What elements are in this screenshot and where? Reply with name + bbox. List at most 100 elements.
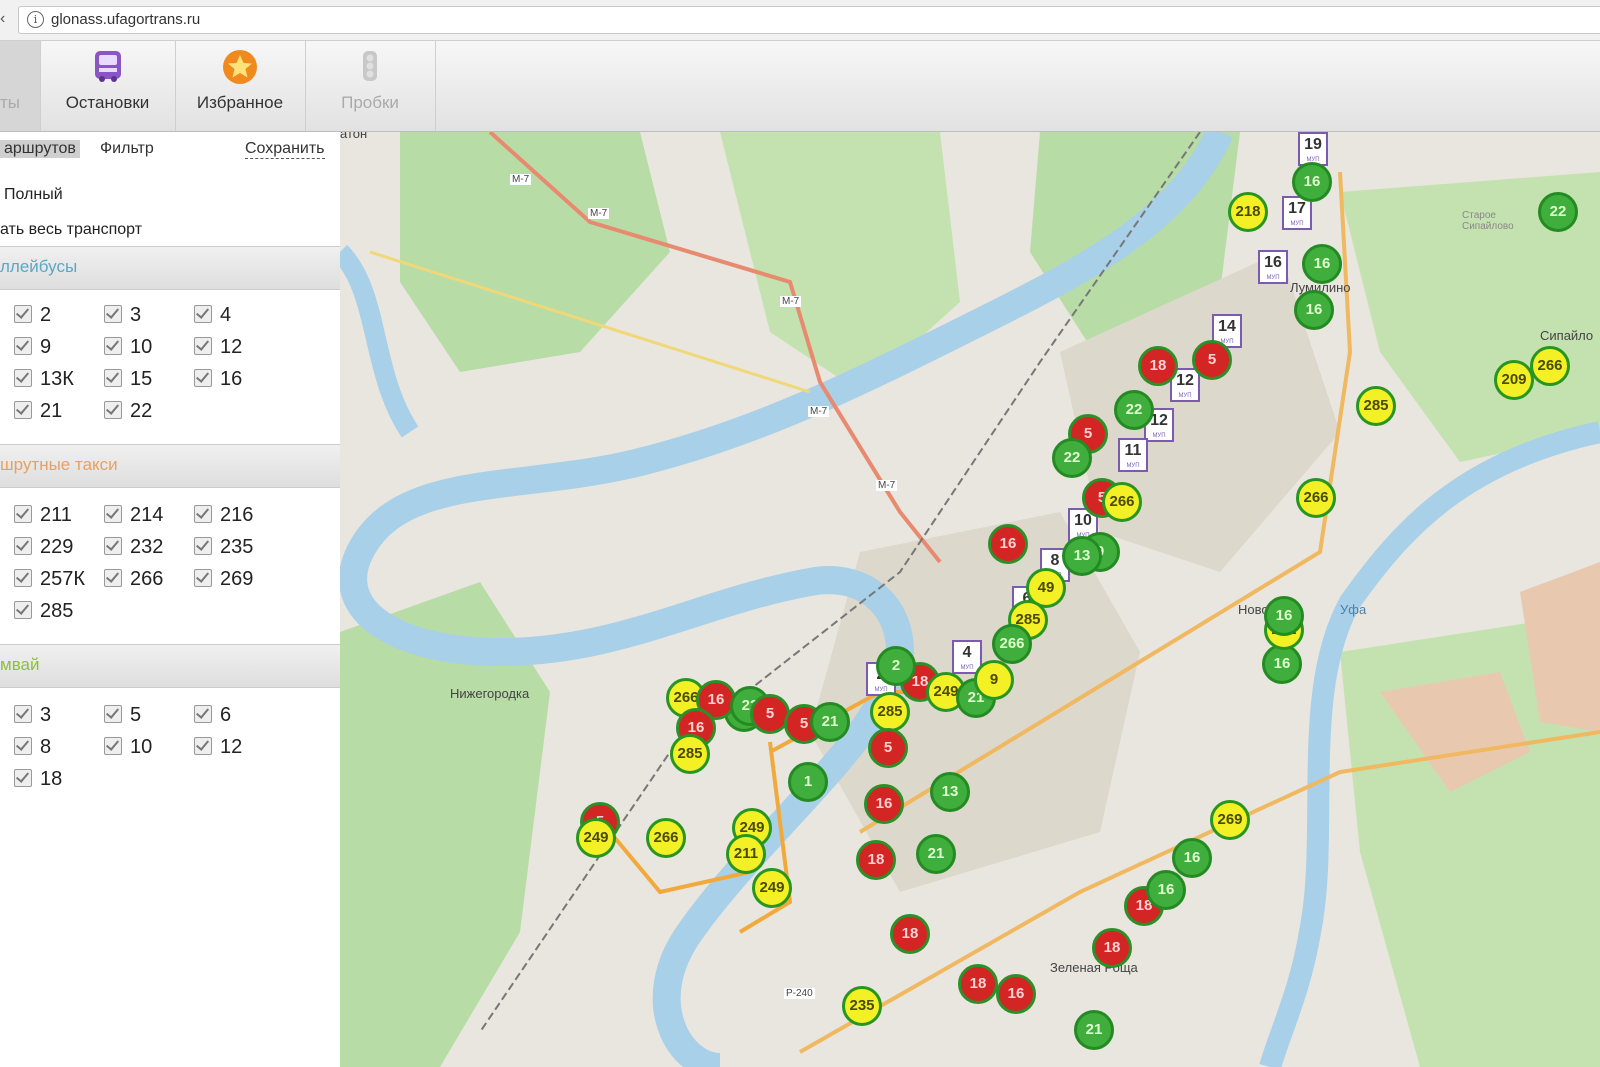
route-checkbox-minibuses-285[interactable]: 285 bbox=[14, 600, 73, 623]
checkbox-icon[interactable] bbox=[104, 401, 122, 419]
route-checkbox-trams-12[interactable]: 12 bbox=[194, 736, 242, 759]
vehicle-marker[interactable]: 16 bbox=[864, 784, 904, 824]
vehicle-marker[interactable]: 249 bbox=[576, 818, 616, 858]
route-checkbox-trolleybuses-3[interactable]: 3 bbox=[104, 304, 141, 327]
option-full[interactable]: Полный bbox=[4, 186, 63, 204]
checkbox-icon[interactable] bbox=[14, 601, 32, 619]
checkbox-icon[interactable] bbox=[14, 569, 32, 587]
vehicle-marker[interactable]: 5 bbox=[1192, 340, 1232, 380]
vehicle-marker[interactable]: 5 bbox=[868, 728, 908, 768]
vehicle-marker[interactable]: 266 bbox=[1296, 478, 1336, 518]
vehicle-marker[interactable]: 266 bbox=[992, 624, 1032, 664]
trolley-stop-marker[interactable]: 16 МУП bbox=[1258, 250, 1288, 284]
route-checkbox-minibuses-257К[interactable]: 257К bbox=[14, 568, 85, 591]
route-checkbox-minibuses-232[interactable]: 232 bbox=[104, 536, 163, 559]
checkbox-icon[interactable] bbox=[14, 537, 32, 555]
city-map[interactable]: Нижегородка Зеленая Роща Лумилино Ново С… bbox=[340, 132, 1600, 1067]
route-checkbox-trolleybuses-10[interactable]: 10 bbox=[104, 336, 152, 359]
vehicle-marker[interactable]: 211 bbox=[726, 834, 766, 874]
vehicle-marker[interactable]: 209 bbox=[1494, 360, 1534, 400]
vehicle-marker[interactable]: 249 bbox=[752, 868, 792, 908]
checkbox-icon[interactable] bbox=[194, 305, 212, 323]
route-checkbox-minibuses-216[interactable]: 216 bbox=[194, 504, 253, 527]
checkbox-icon[interactable] bbox=[104, 705, 122, 723]
route-checkbox-trams-10[interactable]: 10 bbox=[104, 736, 152, 759]
checkbox-icon[interactable] bbox=[14, 337, 32, 355]
checkbox-icon[interactable] bbox=[14, 737, 32, 755]
route-checkbox-trolleybuses-13К[interactable]: 13К bbox=[14, 368, 74, 391]
checkbox-icon[interactable] bbox=[194, 705, 212, 723]
vehicle-marker[interactable]: 285 bbox=[1356, 386, 1396, 426]
route-checkbox-trolleybuses-15[interactable]: 15 bbox=[104, 368, 152, 391]
vehicle-marker[interactable]: 1 bbox=[788, 762, 828, 802]
section-trams[interactable]: мвай bbox=[0, 644, 340, 688]
vehicle-marker[interactable]: 266 bbox=[646, 818, 686, 858]
checkbox-icon[interactable] bbox=[14, 505, 32, 523]
checkbox-icon[interactable] bbox=[14, 305, 32, 323]
route-checkbox-trolleybuses-9[interactable]: 9 bbox=[14, 336, 51, 359]
checkbox-icon[interactable] bbox=[14, 369, 32, 387]
route-checkbox-trams-8[interactable]: 8 bbox=[14, 736, 51, 759]
checkbox-icon[interactable] bbox=[104, 737, 122, 755]
route-checkbox-trams-18[interactable]: 18 bbox=[14, 768, 62, 791]
route-checkbox-trams-5[interactable]: 5 bbox=[104, 704, 141, 727]
checkbox-icon[interactable] bbox=[194, 369, 212, 387]
back-icon[interactable]: ‹ bbox=[0, 10, 5, 28]
vehicle-marker[interactable]: 285 bbox=[870, 692, 910, 732]
vehicle-marker[interactable]: 21 bbox=[916, 834, 956, 874]
vehicle-marker[interactable]: 13 bbox=[930, 772, 970, 812]
info-icon[interactable]: i bbox=[27, 11, 44, 28]
checkbox-icon[interactable] bbox=[194, 505, 212, 523]
vehicle-marker[interactable]: 22 bbox=[1114, 390, 1154, 430]
vehicle-marker[interactable]: 235 bbox=[842, 986, 882, 1026]
vehicle-marker[interactable]: 16 bbox=[1302, 244, 1342, 284]
checkbox-icon[interactable] bbox=[104, 537, 122, 555]
vehicle-marker[interactable]: 22 bbox=[1538, 192, 1578, 232]
checkbox-icon[interactable] bbox=[14, 769, 32, 787]
vehicle-marker[interactable]: 16 bbox=[988, 524, 1028, 564]
tab-route-list[interactable]: аршрутов bbox=[0, 140, 80, 158]
checkbox-icon[interactable] bbox=[14, 705, 32, 723]
checkbox-icon[interactable] bbox=[104, 569, 122, 587]
vehicle-marker[interactable]: 16 bbox=[996, 974, 1036, 1014]
checkbox-icon[interactable] bbox=[194, 537, 212, 555]
vehicle-marker[interactable]: 18 bbox=[856, 840, 896, 880]
checkbox-icon[interactable] bbox=[104, 337, 122, 355]
vehicle-marker[interactable]: 18 bbox=[890, 914, 930, 954]
vehicle-marker[interactable]: 22 bbox=[1052, 438, 1092, 478]
vehicle-marker[interactable]: 16 bbox=[1264, 596, 1304, 636]
vehicle-marker[interactable]: 285 bbox=[670, 734, 710, 774]
checkbox-icon[interactable] bbox=[104, 505, 122, 523]
url-field[interactable]: i glonass.ufagortrans.ru bbox=[18, 6, 1600, 34]
route-checkbox-trolleybuses-21[interactable]: 21 bbox=[14, 400, 62, 423]
route-checkbox-minibuses-214[interactable]: 214 bbox=[104, 504, 163, 527]
checkbox-icon[interactable] bbox=[104, 305, 122, 323]
route-checkbox-minibuses-211[interactable]: 211 bbox=[14, 504, 72, 527]
vehicle-marker[interactable]: 21 bbox=[810, 702, 850, 742]
route-checkbox-trolleybuses-4[interactable]: 4 bbox=[194, 304, 231, 327]
route-checkbox-trams-3[interactable]: 3 bbox=[14, 704, 51, 727]
vehicle-marker[interactable]: 269 bbox=[1210, 800, 1250, 840]
vehicle-marker[interactable]: 18 bbox=[1138, 346, 1178, 386]
vehicle-marker[interactable]: 13 bbox=[1062, 536, 1102, 576]
vehicle-marker[interactable]: 2 bbox=[876, 646, 916, 686]
section-minibuses[interactable]: шрутные такси bbox=[0, 444, 340, 488]
checkbox-icon[interactable] bbox=[14, 401, 32, 419]
route-checkbox-minibuses-235[interactable]: 235 bbox=[194, 536, 253, 559]
vehicle-marker[interactable]: 16 bbox=[1146, 870, 1186, 910]
tab-routes-partial[interactable]: ты bbox=[0, 41, 41, 131]
checkbox-icon[interactable] bbox=[194, 337, 212, 355]
vehicle-marker[interactable]: 266 bbox=[1102, 482, 1142, 522]
vehicle-marker[interactable]: 9 bbox=[974, 660, 1014, 700]
route-checkbox-minibuses-266[interactable]: 266 bbox=[104, 568, 163, 591]
route-checkbox-trolleybuses-22[interactable]: 22 bbox=[104, 400, 152, 423]
route-checkbox-trolleybuses-2[interactable]: 2 bbox=[14, 304, 51, 327]
vehicle-marker[interactable]: 21 bbox=[1074, 1010, 1114, 1050]
tab-favorites[interactable]: Избранное bbox=[175, 41, 306, 131]
trolley-stop-marker[interactable]: 19 МУП bbox=[1298, 132, 1328, 166]
section-trolleybuses[interactable]: ллейбусы bbox=[0, 246, 340, 290]
checkbox-icon[interactable] bbox=[194, 737, 212, 755]
route-checkbox-minibuses-269[interactable]: 269 bbox=[194, 568, 253, 591]
checkbox-icon[interactable] bbox=[104, 369, 122, 387]
vehicle-marker[interactable]: 16 bbox=[1292, 162, 1332, 202]
